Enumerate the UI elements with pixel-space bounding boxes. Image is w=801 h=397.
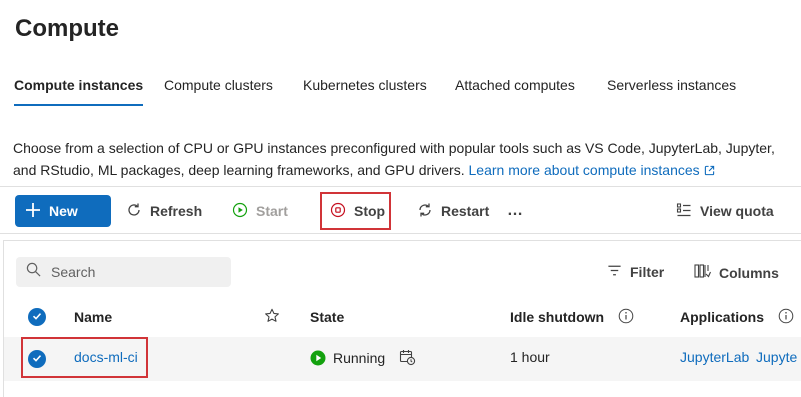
columns-button-label: Columns	[719, 264, 779, 281]
app-link-jupyterlab[interactable]: JupyterLab	[680, 349, 749, 365]
start-button-label: Start	[256, 203, 288, 219]
checkmark-icon	[32, 308, 42, 326]
play-circle-icon	[232, 202, 256, 221]
app-link-jupyter[interactable]: Jupyte	[756, 349, 797, 365]
search-box[interactable]	[16, 257, 231, 287]
learn-more-link[interactable]: Learn more about compute instances	[469, 162, 715, 178]
refresh-button[interactable]: Refresh	[126, 195, 202, 227]
star-icon	[264, 308, 280, 327]
tab-compute-instances[interactable]: Compute instances	[14, 68, 144, 108]
refresh-button-label: Refresh	[150, 203, 203, 219]
new-button[interactable]: New	[15, 195, 111, 227]
columns-icon	[694, 263, 719, 282]
column-header-idle-shutdown-label: Idle shutdown	[510, 309, 605, 325]
idle-shutdown-value: 1 hour	[510, 349, 550, 365]
running-status-icon	[310, 350, 326, 366]
more-options-button[interactable]: …	[507, 195, 524, 227]
schedule-icon[interactable]	[399, 349, 416, 366]
restart-button[interactable]: Restart	[417, 195, 489, 227]
restart-icon	[417, 202, 441, 221]
refresh-icon	[126, 202, 150, 221]
start-button[interactable]: Start	[232, 195, 288, 227]
filter-button[interactable]: Filter	[607, 263, 664, 281]
external-link-icon	[704, 160, 715, 182]
favorite-column-header[interactable]	[264, 307, 280, 327]
tab-list: Compute instances Compute clusters Kuber…	[0, 68, 801, 108]
column-header-idle-shutdown[interactable]: Idle shutdown	[510, 307, 634, 327]
stop-highlight-box	[320, 192, 391, 230]
filter-button-label: Filter	[630, 264, 665, 280]
state-cell: Running	[310, 349, 416, 366]
page-title: Compute	[15, 15, 119, 42]
column-header-applications-label: Applications	[680, 309, 765, 325]
search-input[interactable]	[51, 264, 211, 280]
name-highlight-box	[21, 337, 148, 378]
restart-button-label: Restart	[441, 203, 490, 219]
list-icon	[676, 202, 700, 221]
column-header-name[interactable]: Name	[74, 307, 112, 327]
tab-kubernetes-clusters[interactable]: Kubernetes clusters	[303, 68, 427, 108]
learn-more-link-text: Learn more about compute instances	[468, 162, 700, 178]
plus-icon	[25, 202, 49, 221]
tab-attached-computes[interactable]: Attached computes	[455, 68, 575, 108]
view-quota-button[interactable]: View quota	[676, 195, 774, 227]
state-label: Running	[333, 349, 386, 366]
column-header-state[interactable]: State	[310, 307, 344, 327]
columns-button[interactable]: Columns	[694, 263, 779, 282]
description: Choose from a selection of CPU or GPU in…	[13, 137, 798, 182]
filter-icon	[607, 263, 630, 281]
info-icon[interactable]	[618, 308, 634, 327]
new-button-label: New	[49, 203, 78, 219]
column-header-applications[interactable]: Applications	[680, 307, 794, 327]
view-quota-button-label: View quota	[700, 203, 774, 219]
tab-serverless-instances[interactable]: Serverless instances	[607, 68, 736, 108]
info-icon[interactable]	[778, 308, 794, 327]
toolbar: New Refresh Start Stop Restart … View qu…	[0, 186, 801, 234]
tab-compute-clusters[interactable]: Compute clusters	[164, 68, 273, 108]
search-icon	[26, 262, 41, 282]
select-all-checkbox[interactable]	[28, 308, 46, 326]
